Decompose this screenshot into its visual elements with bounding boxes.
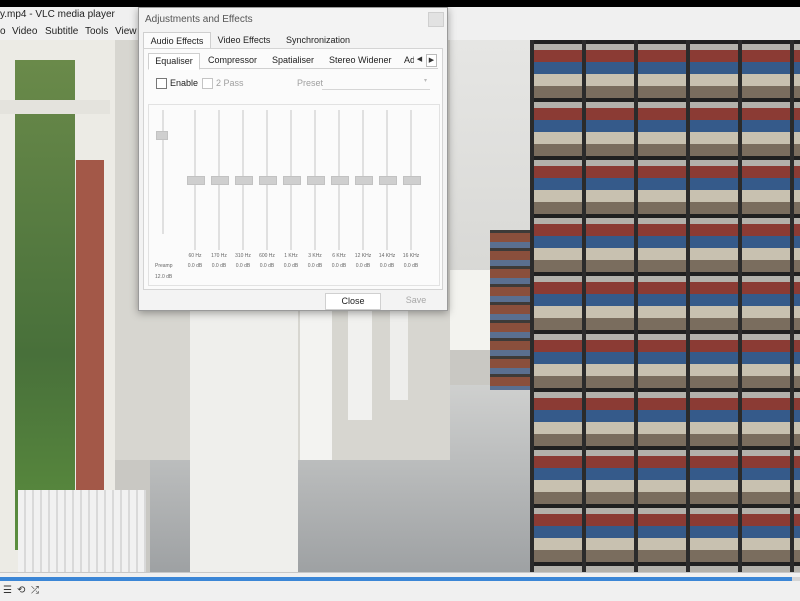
dialog-close-button[interactable] [428, 12, 444, 27]
subtab-compressor[interactable]: Compressor [208, 53, 257, 68]
window-title: y.mp4 - VLC media player [0, 9, 115, 20]
playback-controls: ☰ ⟲ ⤮ [0, 572, 800, 601]
band-frequency: 16 KHz [402, 253, 420, 259]
slider-handle[interactable] [331, 176, 349, 185]
equalizer-area: Preamp 12.0 dB 60 Hz 0.0 dB 170 Hz 0.0 d… [148, 104, 440, 286]
slider-handle[interactable] [355, 176, 373, 185]
shuffle-icon[interactable]: ⤮ [31, 586, 39, 596]
seek-bar[interactable] [0, 577, 800, 581]
column [300, 310, 332, 460]
subtab-stereo-widener[interactable]: Stereo Widener [329, 53, 392, 68]
loop-icon[interactable]: ⟲ [17, 586, 25, 596]
slider-handle[interactable] [283, 176, 301, 185]
slider-track [162, 110, 164, 234]
preamp-label: Preamp [155, 263, 173, 269]
band-16khz-slider[interactable]: 16 KHz 0.0 dB [401, 105, 421, 285]
seek-progress [0, 577, 792, 581]
slider-handle[interactable] [403, 176, 421, 185]
menu-video[interactable]: Video [12, 26, 37, 37]
preset-dropdown[interactable]: ▾ [322, 77, 430, 90]
band-170hz-slider[interactable]: 170 Hz 0.0 dB [209, 105, 229, 285]
band-3khz-slider[interactable]: 3 KHz 0.0 dB [305, 105, 325, 285]
playlist-icon[interactable]: ☰ [3, 586, 12, 596]
enable-checkbox[interactable] [156, 78, 167, 89]
slider-handle[interactable] [307, 176, 325, 185]
window-greenery [15, 60, 75, 550]
tab-synchronization[interactable]: Synchronization [278, 32, 358, 48]
band-6khz-slider[interactable]: 6 KHz 0.0 dB [329, 105, 349, 285]
band-gain: 0.0 dB [403, 263, 419, 269]
window-frame-top [0, 100, 110, 114]
two-pass-label: 2 Pass [216, 78, 244, 88]
brick-pillar [76, 160, 104, 520]
scroll-right-icon[interactable]: ▶ [426, 54, 437, 67]
menu-view[interactable]: View [115, 26, 137, 37]
tab-video-effects[interactable]: Video Effects [213, 32, 275, 48]
band-310hz-slider[interactable]: 310 Hz 0.0 dB [233, 105, 253, 285]
far-shelves [490, 230, 530, 390]
effects-tabs: Audio Effects Video Effects Synchronizat… [143, 32, 443, 49]
save-button[interactable]: Save [391, 293, 441, 308]
preset-label: Preset [297, 78, 324, 88]
column [390, 310, 408, 400]
subtab-equaliser[interactable]: Equaliser [148, 53, 200, 70]
subtab-spatialiser[interactable]: Spatialiser [272, 53, 314, 68]
slider-handle[interactable] [235, 176, 253, 185]
menu-tools[interactable]: Tools [85, 26, 108, 37]
preamp-value: 12.0 dB [155, 274, 173, 280]
dialog-title: Adjustments and Effects [145, 14, 253, 25]
adjustments-dialog: Adjustments and Effects Audio Effects Vi… [138, 7, 448, 311]
chevron-down-icon: ▾ [423, 78, 427, 84]
slider-handle[interactable] [379, 176, 397, 185]
enable-label: Enable [170, 78, 199, 88]
screen-top-edge [0, 0, 800, 7]
close-button[interactable]: Close [325, 293, 381, 310]
band-60hz-slider[interactable]: 60 Hz 0.0 dB [185, 105, 205, 285]
radiator [18, 490, 146, 572]
slider-handle[interactable] [259, 176, 277, 185]
audio-effects-panel: Equaliser Compressor Spatialiser Stereo … [143, 48, 443, 290]
menu-subtitle[interactable]: Subtitle [45, 26, 78, 37]
menu-media[interactable]: o [0, 26, 6, 37]
subtab-advanced[interactable]: Ad [404, 53, 414, 68]
audio-subtabs: Equaliser Compressor Spatialiser Stereo … [148, 53, 438, 70]
band-12khz-slider[interactable]: 12 KHz 0.0 dB [353, 105, 373, 285]
slider-handle[interactable] [156, 131, 168, 140]
scroll-left-icon[interactable]: ◀ [415, 54, 424, 65]
band-1khz-slider[interactable]: 1 KHz 0.0 dB [281, 105, 301, 285]
preamp-slider[interactable] [153, 105, 173, 285]
two-pass-checkbox[interactable] [202, 78, 213, 89]
band-600hz-slider[interactable]: 600 Hz 0.0 dB [257, 105, 277, 285]
slider-handle[interactable] [211, 176, 229, 185]
tab-audio-effects[interactable]: Audio Effects [143, 32, 211, 49]
column [190, 310, 298, 572]
bookshelves [530, 40, 800, 572]
slider-handle[interactable] [187, 176, 205, 185]
band-14khz-slider[interactable]: 14 KHz 0.0 dB [377, 105, 397, 285]
column [348, 310, 372, 420]
